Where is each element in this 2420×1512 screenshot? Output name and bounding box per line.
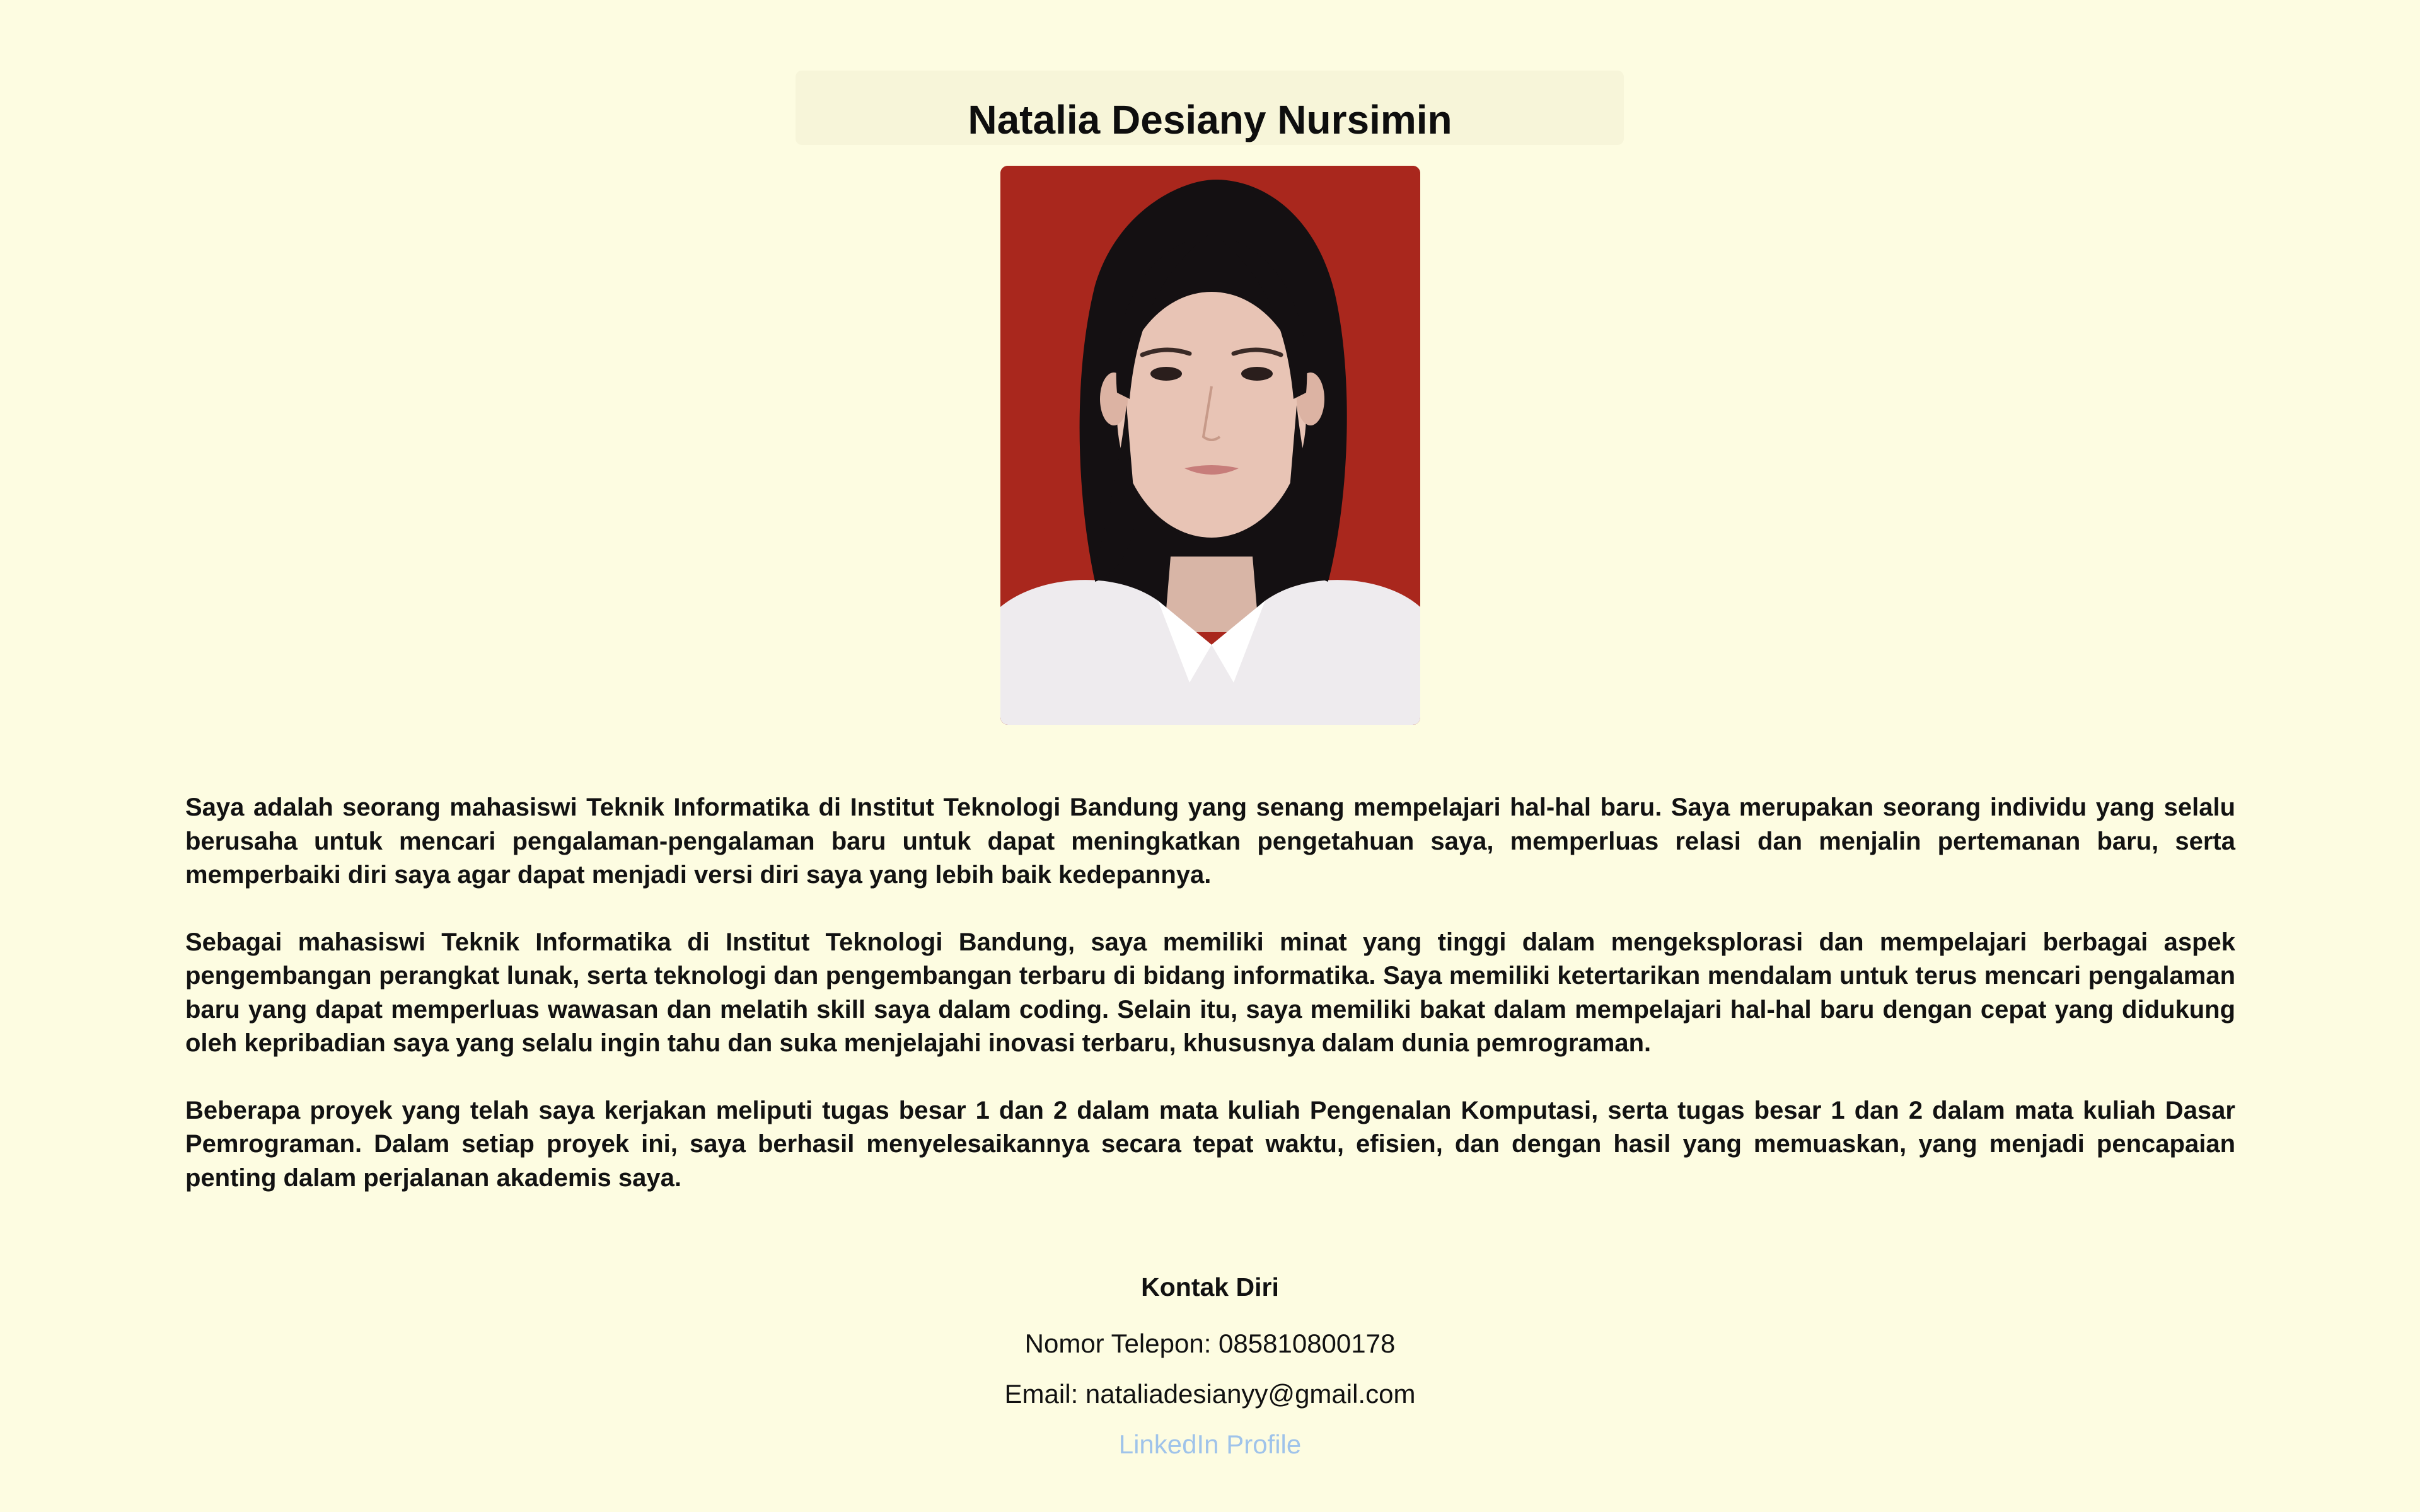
contact-section: Kontak Diri Nomor Telepon: 085810800178 … [0,1268,2420,1463]
profile-photo [1000,166,1420,725]
phone-label: Nomor Telepon: [1024,1329,1219,1358]
contact-title: Kontak Diri [1141,1273,1279,1301]
contact-email: Email: nataliadesianyy@gmail.com [0,1375,2420,1413]
about-paragraph-3: Beberapa proyek yang telah saya kerjakan… [185,1096,2235,1192]
linkedin-link[interactable]: LinkedIn Profile [1119,1426,1302,1463]
about-paragraph-1: Saya adalah seorang mahasiswi Teknik Inf… [185,794,2235,889]
page-title: Natalia Desiany Nursimin [968,97,1452,142]
about-section: Saya adalah seorang mahasiswi Teknik Inf… [185,791,2235,1228]
about-paragraph-2: Sebagai mahasiswi Teknik Informatika di … [185,928,2235,1058]
email-value: nataliadesianyy@gmail.com [1085,1379,1416,1409]
phone-value: 085810800178 [1219,1329,1396,1358]
contact-phone: Nomor Telepon: 085810800178 [0,1325,2420,1363]
email-label: Email: [1004,1379,1086,1409]
